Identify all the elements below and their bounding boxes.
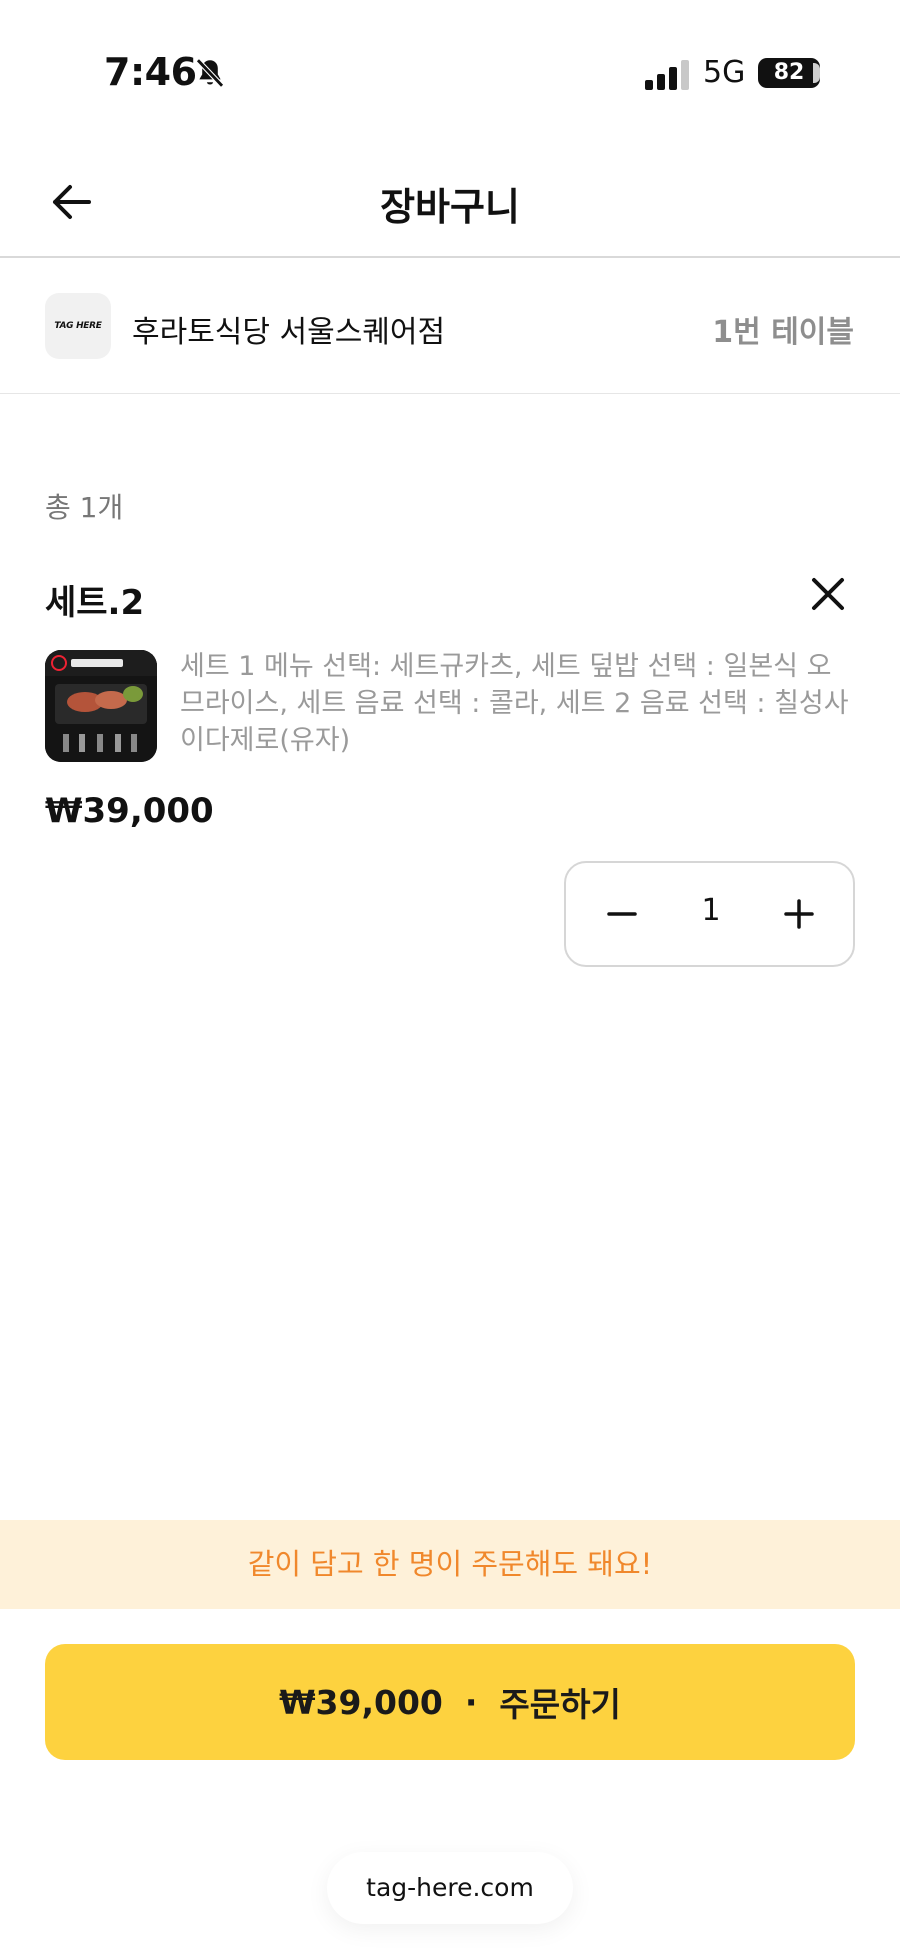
remove-item-button[interactable]: [806, 572, 850, 616]
order-total: ₩39,000: [279, 1682, 443, 1722]
plus-icon: [784, 899, 814, 929]
food-image: [45, 650, 157, 762]
status-time: 7:46: [104, 50, 197, 94]
cart-item-price: ₩39,000: [45, 791, 214, 831]
signal-icon: [645, 60, 689, 90]
battery-cap: [813, 63, 820, 83]
cart-item-options: 세트 1 메뉴 선택: 세트규카츠, 세트 덮밥 선택 : 일본식 오므라이스,…: [180, 651, 849, 756]
store-logo-text: TAG HERE: [54, 321, 102, 331]
close-icon: [812, 578, 844, 610]
table-number: 1번 테이블: [712, 315, 854, 350]
app-header: 장바구니: [0, 150, 900, 258]
order-button[interactable]: ₩39,000 · 주문하기: [45, 1644, 855, 1760]
quantity-value: 1: [701, 893, 721, 928]
decrease-quantity-button[interactable]: [602, 894, 642, 934]
bell-muted-icon: [196, 58, 224, 88]
cart-item-image: [45, 650, 157, 762]
order-separator: ·: [464, 1682, 478, 1722]
page-title: 장바구니: [380, 185, 520, 229]
store-name: 후라토식당 서울스퀘어점: [132, 315, 446, 350]
increase-quantity-button[interactable]: [779, 894, 819, 934]
battery-icon: 82: [758, 58, 820, 88]
status-bar: 7:46 5G 82: [0, 0, 900, 150]
footer-site-link[interactable]: tag-here.com: [327, 1852, 573, 1924]
quantity-stepper: 1: [564, 861, 855, 967]
minus-icon: [607, 912, 637, 916]
share-order-banner: 같이 담고 한 명이 주문해도 돼요!: [0, 1520, 900, 1609]
battery-level: 82: [773, 60, 805, 85]
cart-item-name: 세트.2: [45, 583, 145, 623]
cart-count: 총 1개: [45, 491, 124, 524]
store-logo: TAG HERE: [45, 293, 111, 359]
store-info: TAG HERE 후라토식당 서울스퀘어점 1번 테이블: [0, 260, 900, 394]
order-label: 주문하기: [499, 1685, 621, 1724]
network-type: 5G: [703, 55, 746, 90]
